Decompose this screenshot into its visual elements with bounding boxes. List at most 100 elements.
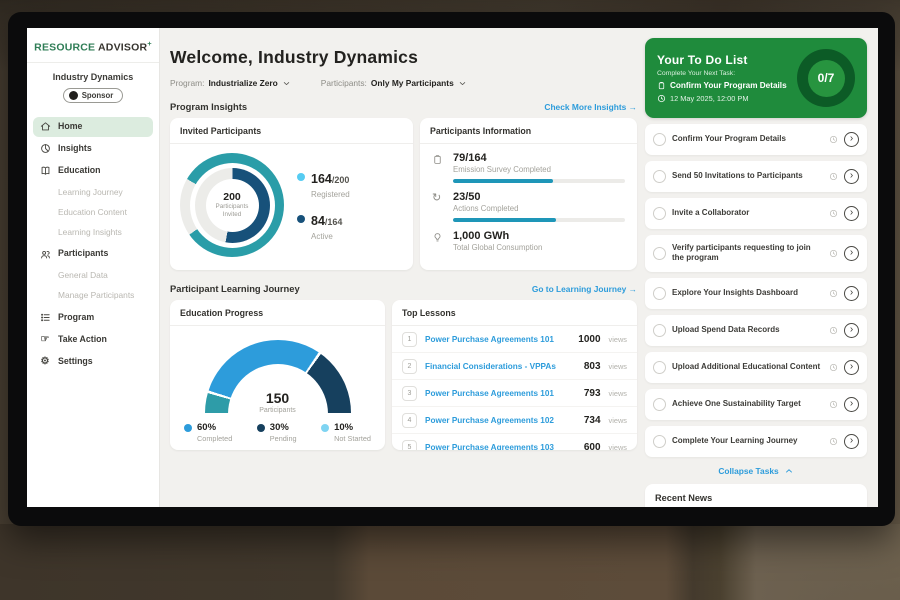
monitor-bezel: RESOURCE ADVISOR+ Industry Dynamics Spon… [8, 12, 895, 526]
program-select-value: Industrialize Zero [208, 78, 277, 88]
lesson-views: 734 [584, 415, 601, 426]
recent-news-title: Recent News [655, 493, 712, 503]
participants-select-value: Only My Participants [371, 78, 454, 88]
sidebar-item-general-data[interactable]: General Data [33, 267, 153, 284]
lesson-link[interactable]: Financial Considerations - VPPAs [425, 362, 576, 371]
task-checkbox[interactable] [653, 435, 666, 448]
chevron-right-icon[interactable]: › [844, 397, 859, 412]
task-send-50-invitations-to-participants[interactable]: Send 50 Invitations to Participants› [645, 161, 867, 192]
learning-journey-title: Participant Learning Journey [170, 283, 300, 294]
sidebar-item-learning-insights[interactable]: Learning Insights [33, 224, 153, 241]
sidebar-item-participants[interactable]: Participants [33, 244, 153, 264]
task-checkbox[interactable] [653, 287, 666, 300]
legend-label: Active [311, 232, 342, 241]
brand-primary: RESOURCE [34, 42, 95, 54]
chevron-right-icon[interactable]: › [844, 206, 859, 221]
sidebar-nav: Home Insights Education Learning Journey Edu… [27, 113, 159, 376]
program-select[interactable]: Program: Industrialize Zero [170, 78, 291, 88]
sidebar-item-learning-journey[interactable]: Learning Journey [33, 184, 153, 201]
main-area: Welcome, Industry Dynamics Program: Indu… [160, 28, 878, 507]
clock-icon [829, 209, 838, 218]
info-label: Emission Survey Completed [453, 165, 625, 174]
sidebar-item-label: Insights [58, 144, 92, 154]
sponsor-badge[interactable]: Sponsor [63, 88, 124, 103]
legend-dot-icon [297, 215, 305, 223]
legend-value: 10% [334, 423, 371, 433]
task-label: Explore Your Insights Dashboard [672, 288, 823, 298]
sidebar-item-settings[interactable]: ⚙Settings [33, 352, 153, 372]
task-checkbox[interactable] [653, 170, 666, 183]
task-label: Complete Your Learning Journey [672, 436, 823, 446]
clock-icon [829, 363, 838, 372]
chevron-right-icon[interactable]: › [844, 434, 859, 449]
check-more-insights-link[interactable]: Check More Insights → [544, 102, 637, 112]
chevron-right-icon[interactable]: › [844, 360, 859, 375]
task-upload-spend-data-records[interactable]: Upload Spend Data Records › [645, 315, 867, 346]
sidebar-item-education-content[interactable]: Education Content [33, 204, 153, 221]
invited-legend-item: 164/200Registered [297, 170, 350, 199]
sidebar-item-education[interactable]: Education [33, 161, 153, 181]
task-label: Verify participants requesting to join t… [672, 243, 823, 264]
lesson-link[interactable]: Power Purchase Agreements 102 [425, 416, 576, 425]
task-checkbox[interactable] [653, 361, 666, 374]
lesson-link[interactable]: Power Purchase Agreements 101 [425, 389, 576, 398]
lesson-row: 5Power Purchase Agreements 103600views [392, 433, 637, 450]
top-lessons-title: Top Lessons [392, 300, 637, 326]
chevron-right-icon[interactable]: › [844, 132, 859, 147]
task-label: Upload Spend Data Records [672, 325, 823, 335]
legend-dot-icon [297, 173, 305, 181]
go-to-learning-journey-link[interactable]: Go to Learning Journey → [532, 284, 637, 294]
collapse-tasks-link[interactable]: Collapse Tasks [645, 466, 867, 476]
task-checkbox[interactable] [653, 133, 666, 146]
task-checkbox[interactable] [653, 247, 666, 260]
todo-title: Your To Do List [657, 53, 789, 67]
center-column: Welcome, Industry Dynamics Program: Indu… [170, 38, 637, 507]
legend-label: Pending [270, 434, 297, 443]
todo-next-task: Confirm Your Program Details [670, 81, 787, 90]
sidebar-item-home[interactable]: Home [33, 117, 153, 137]
chevron-right-icon[interactable]: › [844, 169, 859, 184]
legend-label: Registered [311, 190, 350, 199]
education-progress-title: Education Progress [170, 300, 385, 326]
brand-plus: + [147, 39, 152, 48]
task-upload-additional-educational-content[interactable]: Upload Additional Educational Content › [645, 352, 867, 383]
sidebar-item-label: Learning Journey [58, 188, 123, 197]
task-explore-your-insights-dashboard[interactable]: Explore Your Insights Dashboard › [645, 278, 867, 309]
lesson-views: 1000 [578, 334, 600, 345]
task-achieve-one-sustainability-target[interactable]: Achieve One Sustainability Target› [645, 389, 867, 420]
app-logo: RESOURCE ADVISOR+ [27, 37, 159, 63]
task-confirm-your-program-details[interactable]: Confirm Your Program Details› [645, 124, 867, 155]
task-checkbox[interactable] [653, 324, 666, 337]
task-checkbox[interactable] [653, 207, 666, 220]
lesson-link[interactable]: Power Purchase Agreements 101 [425, 335, 570, 344]
arrow-right-icon: → [629, 284, 637, 294]
invited-center-value: 200 [223, 191, 241, 203]
todo-datetime: 12 May 2025, 12:00 PM [670, 94, 748, 103]
education-legend-item: 30%Pending [257, 423, 297, 443]
chevron-right-icon[interactable]: › [844, 323, 859, 338]
invited-participants-title: Invited Participants [170, 118, 413, 144]
chevron-right-icon[interactable]: › [844, 286, 859, 301]
sidebar-item-manage-participants[interactable]: Manage Participants [33, 287, 153, 304]
chevron-right-icon[interactable]: › [844, 246, 859, 261]
lesson-views-word: views [609, 335, 627, 344]
todo-column: Your To Do List Complete Your Next Task:… [645, 38, 867, 507]
task-verify-participants-requesting-to-join-t[interactable]: Verify participants requesting to join t… [645, 235, 867, 272]
clock-icon [829, 172, 838, 181]
clock-icon [657, 94, 666, 103]
participants-select[interactable]: Participants: Only My Participants [321, 78, 467, 88]
sidebar-item-take-action[interactable]: ☞Take Action [33, 330, 153, 350]
chevron-up-icon [784, 466, 794, 476]
sidebar-item-program[interactable]: Program [33, 308, 153, 328]
task-checkbox[interactable] [653, 398, 666, 411]
task-label: Upload Additional Educational Content [672, 362, 823, 372]
sidebar-item-insights[interactable]: Insights [33, 139, 153, 159]
task-invite-a-collaborator[interactable]: Invite a Collaborator› [645, 198, 867, 229]
task-complete-your-learning-journey[interactable]: Complete Your Learning Journey › [645, 426, 867, 457]
education-gauge-chart: 150 Participants [205, 340, 351, 414]
lesson-link[interactable]: Power Purchase Agreements 103 [425, 443, 576, 451]
org-name: Industry Dynamics [31, 72, 155, 82]
info-row: ↻23/50Actions Completed [420, 183, 637, 222]
invited-participants-card: Invited Participants 200 Participants In… [170, 118, 413, 270]
sidebar-item-label: Participants [58, 249, 108, 259]
